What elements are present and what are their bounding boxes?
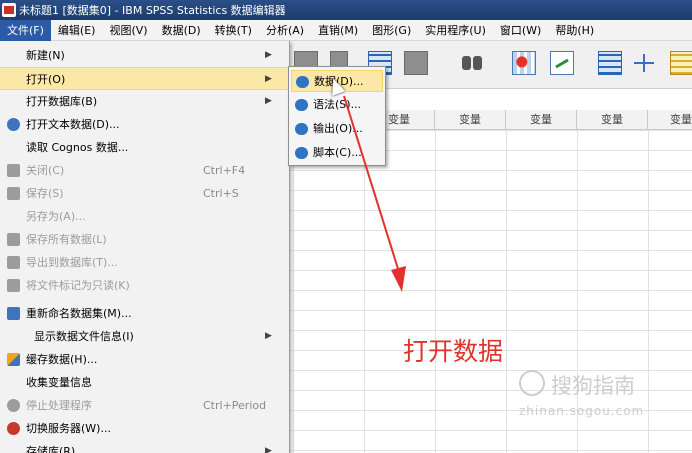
output-file-icon — [295, 123, 308, 135]
submenu-arrow-icon: ▶ — [265, 331, 272, 341]
menu-graphs[interactable]: 图形(G) — [365, 20, 418, 41]
save-all-icon — [7, 233, 20, 246]
file-menu-cache-data[interactable]: 缓存数据(H)... — [0, 348, 288, 371]
switch-server-icon — [7, 422, 20, 435]
menu-window[interactable]: 窗口(W) — [493, 20, 548, 41]
annotation-text: 打开数据 — [403, 337, 504, 366]
file-menu-stop-processor: 停止处理程序 Ctrl+Period — [0, 394, 288, 417]
file-menu-repository[interactable]: 存储库(R) ▶ — [0, 440, 288, 453]
file-menu-open-database[interactable]: 打开数据库(B) ▶ — [0, 90, 288, 113]
menu-direct-marketing[interactable]: 直销(M) — [311, 20, 365, 41]
file-menu-save-as: 另存为(A)... — [26, 210, 86, 223]
submenu-arrow-icon: ▶ — [265, 50, 272, 60]
file-menu-open[interactable]: 打开(O) ▶ — [0, 67, 288, 90]
file-menu-display-file-info[interactable]: 显示数据文件信息(I) ▶ — [0, 325, 288, 348]
cache-data-icon — [7, 353, 20, 366]
menu-utilities[interactable]: 实用程序(U) — [418, 20, 493, 41]
file-menu-save: 保存(S) Ctrl+S — [0, 182, 288, 205]
menu-help[interactable]: 帮助(H) — [548, 20, 601, 41]
menu-bar: 文件(F) 编辑(E) 视图(V) 数据(D) 转换(T) 分析(A) 直销(M… — [0, 19, 692, 41]
watermark-main: 搜狗指南 — [551, 374, 635, 398]
column-header[interactable]: 变量 — [435, 110, 506, 130]
close-file-icon — [7, 164, 20, 177]
split-file-icon[interactable] — [598, 51, 622, 75]
insert-cases-icon[interactable] — [512, 51, 536, 75]
insert-variable-icon[interactable] — [550, 51, 574, 75]
menu-analyze[interactable]: 分析(A) — [259, 20, 311, 41]
menu-transform[interactable]: 转换(T) — [208, 20, 259, 41]
file-menu-open-text-data[interactable]: 打开文本数据(D)... — [0, 113, 288, 136]
file-menu-dropdown: 新建(N) ▶ 打开(O) ▶ 打开数据库(B) ▶ 打开文本数据(D)... … — [0, 41, 290, 453]
open-output-item[interactable]: 输出(O)... — [291, 118, 383, 140]
find-binoculars-icon[interactable] — [460, 51, 484, 75]
open-script-item[interactable]: 脚本(C)... — [291, 142, 383, 164]
file-menu-new[interactable]: 新建(N) ▶ — [0, 44, 288, 67]
file-menu-close: 关闭(C) Ctrl+F4 — [0, 159, 288, 182]
watermark-logo-icon — [519, 370, 545, 396]
menu-view[interactable]: 视图(V) — [102, 20, 154, 41]
spss-app-icon — [2, 3, 16, 17]
file-menu-read-cognos[interactable]: 读取 Cognos 数据... — [0, 136, 288, 159]
submenu-arrow-icon: ▶ — [265, 446, 272, 453]
column-header[interactable]: 变量 — [648, 110, 692, 130]
submenu-arrow-icon: ▶ — [265, 96, 272, 106]
select-cases-icon[interactable] — [670, 51, 692, 75]
rename-dataset-icon — [7, 307, 20, 320]
stop-icon — [7, 399, 20, 412]
file-menu-switch-server[interactable]: 切换服务器(W)... — [0, 417, 288, 440]
save-icon — [7, 187, 20, 200]
file-menu-mark-read-only: 将文件标记为只读(K) — [0, 274, 288, 297]
submenu-arrow-icon: ▶ — [265, 74, 272, 84]
data-file-icon — [296, 76, 309, 88]
goto-variable-icon[interactable] — [404, 51, 428, 75]
syntax-file-icon — [295, 99, 308, 111]
title-bar: 未标题1 [数据集0] - IBM SPSS Statistics 数据编辑器 — [0, 0, 692, 20]
open-syntax-item[interactable]: 语法(S)... — [291, 94, 383, 116]
file-menu-export-database: 导出到数据库(T)... — [0, 251, 288, 274]
file-menu-save-all: 保存所有数据(L) — [0, 228, 288, 251]
column-header[interactable]: 变量 — [577, 110, 648, 130]
export-database-icon — [7, 256, 20, 269]
weight-cases-scale-icon[interactable] — [632, 51, 656, 75]
script-file-icon — [295, 147, 308, 159]
window-title: 未标题1 [数据集0] - IBM SPSS Statistics 数据编辑器 — [19, 4, 286, 17]
menu-file[interactable]: 文件(F) — [0, 19, 51, 41]
file-menu-collect-variable-info[interactable]: 收集变量信息 — [0, 371, 288, 394]
column-header[interactable]: 变量 — [506, 110, 577, 130]
text-data-icon — [7, 118, 20, 131]
read-only-icon — [7, 279, 20, 292]
menu-edit[interactable]: 编辑(E) — [51, 20, 103, 41]
watermark-sub: zhinan.sogou.com — [519, 404, 645, 418]
file-menu-rename-dataset[interactable]: 重新命名数据集(M)... — [0, 302, 288, 325]
menu-data[interactable]: 数据(D) — [155, 20, 208, 41]
